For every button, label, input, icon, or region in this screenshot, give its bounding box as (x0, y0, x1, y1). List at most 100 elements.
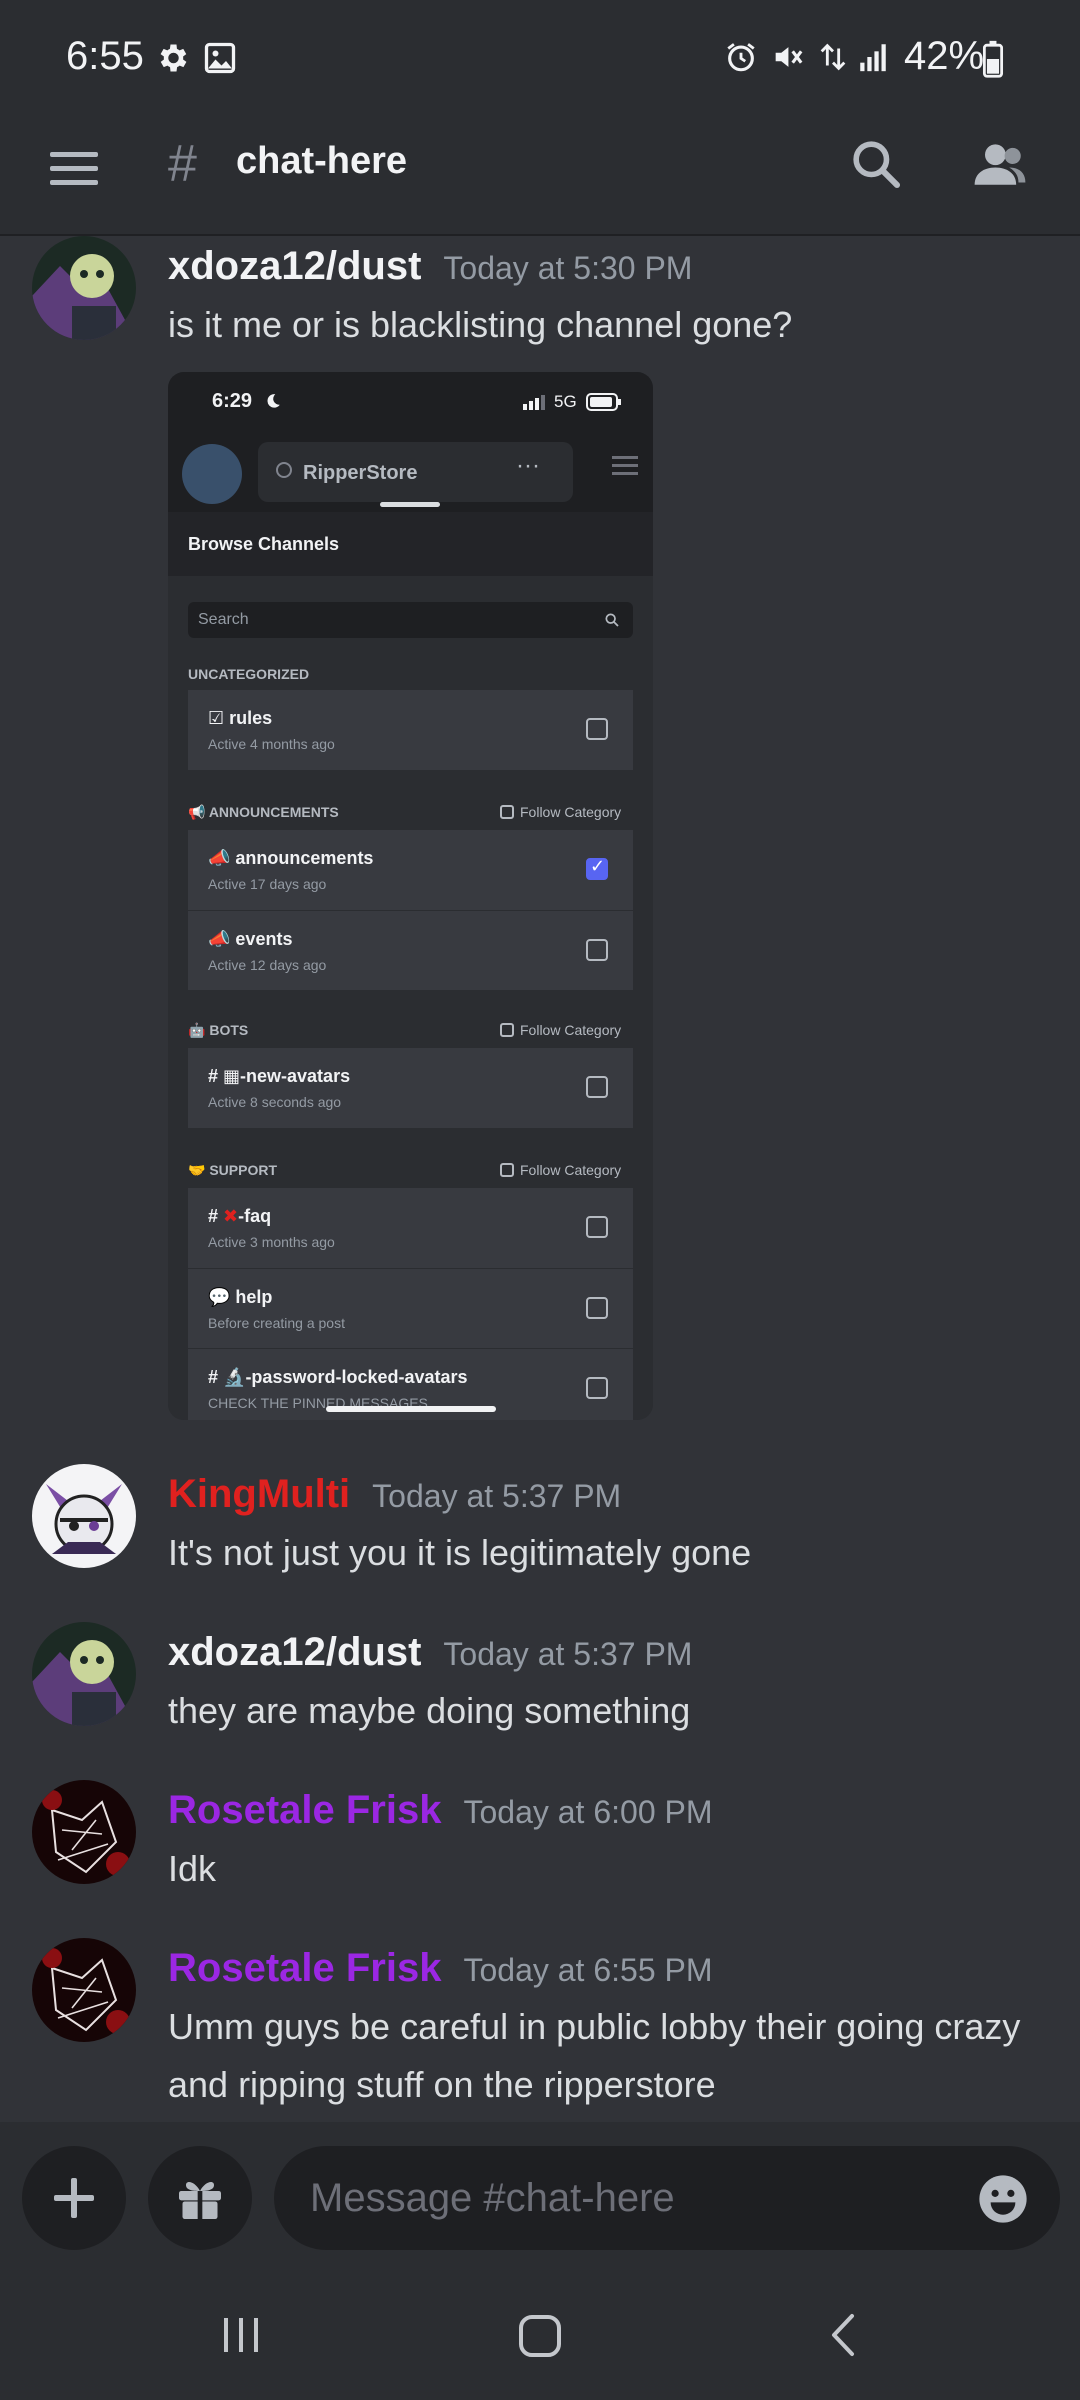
category-card: # ▦-new-avatars Active 8 seconds ago (188, 1048, 633, 1128)
recent-apps-icon[interactable] (216, 2310, 266, 2360)
message-text: they are maybe doing something (168, 1690, 691, 1731)
message-author[interactable]: Rosetale Frisk Today at 6:55 PM (168, 1946, 713, 1991)
back-icon[interactable] (822, 2310, 866, 2360)
message-text: is it me or is blacklisting channel gone… (168, 304, 793, 345)
message-text: Umm guys be careful in public lobby thei… (168, 2006, 1021, 2105)
embed-search-field: Search (188, 602, 633, 638)
avatar[interactable] (32, 1622, 136, 1726)
channel-name: 📣 announcements (208, 848, 374, 868)
message-author[interactable]: xdoza12/dust Today at 5:37 PM (168, 1630, 692, 1675)
channel-checkbox (586, 1377, 608, 1399)
channel-activity: Active 3 months ago (208, 1234, 335, 1250)
channel-checkbox (586, 1216, 608, 1238)
embed-server-bar: RipperStore ··· (168, 434, 653, 522)
image-icon (204, 42, 236, 74)
alarm-icon (727, 43, 755, 72)
sheet-header: Browse Channels (168, 512, 653, 576)
category-card: 📣 announcements Active 17 days ago 📣 eve… (188, 830, 633, 990)
channel-name: # ✖-faq (208, 1206, 272, 1226)
channel-checkbox (586, 856, 608, 880)
avatar[interactable] (32, 1938, 136, 2042)
embed-signal-icon (523, 395, 545, 410)
battery-icon (982, 40, 1004, 78)
channel-title: chat-here (236, 140, 408, 182)
channel-row: ☑ rules Active 4 months ago (188, 690, 633, 770)
embed-home-indicator (326, 1406, 496, 1412)
embed-network: 5G (554, 392, 577, 411)
home-icon[interactable] (514, 2310, 566, 2362)
hamburger-icon[interactable] (50, 146, 98, 194)
message-timestamp: Today at 5:37 PM (372, 1478, 622, 1514)
signal-icon (860, 44, 886, 72)
follow-category: Follow Category (500, 804, 621, 820)
embed-server-header: RipperStore ··· (258, 442, 573, 502)
embed-time: 6:29 (212, 390, 253, 412)
channel-activity: Active 12 days ago (208, 957, 327, 973)
sheet-title: Browse Channels (188, 534, 340, 554)
channel-checkbox (586, 718, 608, 740)
channel-activity: Active 17 days ago (208, 876, 327, 892)
author-name[interactable]: xdoza12/dust (168, 244, 421, 288)
avatar[interactable] (32, 1464, 136, 1568)
embed-search-icon (605, 613, 619, 627)
gift-icon (179, 2181, 221, 2219)
sheet-handle (380, 502, 440, 507)
author-name[interactable]: KingMulti (168, 1472, 350, 1516)
image-attachment[interactable]: 6:29 5G RipperStore ··· Browse Channels … (168, 372, 653, 1420)
message-input[interactable]: Message #chat-here (274, 2146, 1060, 2250)
channel-row: # ✖-faq Active 3 months ago (188, 1188, 633, 1268)
channel-name: # ▦-new-avatars (208, 1066, 351, 1086)
message-author[interactable]: xdoza12/dust Today at 5:30 PM (168, 244, 692, 289)
channel-checkbox (586, 939, 608, 961)
channel-hash-icon: # (168, 135, 197, 193)
channel-activity: Before creating a post (208, 1315, 345, 1331)
gear-icon (160, 44, 187, 72)
more-icon: ··· (516, 452, 540, 479)
system-nav-bar (0, 2280, 1080, 2400)
category-card: # ✖-faq Active 3 months ago 💬 help Befor… (188, 1188, 633, 1420)
avatar[interactable] (32, 236, 136, 340)
channel-row: # ▦-new-avatars Active 8 seconds ago (188, 1048, 633, 1128)
message-input-placeholder: Message #chat-here (310, 2176, 675, 2220)
emoji-icon[interactable] (976, 2172, 1030, 2226)
author-name[interactable]: Rosetale Frisk (168, 1946, 441, 1990)
channel-name: # 🔬-password-locked-avatars (208, 1367, 468, 1387)
message-author[interactable]: KingMulti Today at 5:37 PM (168, 1472, 621, 1517)
message-author[interactable]: Rosetale Frisk Today at 6:00 PM (168, 1788, 713, 1833)
channel-checkbox (586, 1076, 608, 1098)
author-name[interactable]: Rosetale Frisk (168, 1788, 441, 1832)
category-label: 🤝 SUPPORT (188, 1162, 278, 1178)
embed-battery-icon (586, 393, 621, 411)
message-list: xdoza12/dust Today at 5:30 PM is it me or… (0, 236, 1080, 2122)
channel-row: 📣 announcements Active 17 days ago (188, 830, 633, 910)
category-card: ☑ rules Active 4 months ago (188, 690, 633, 770)
message-text: Idk (168, 1848, 217, 1889)
channel-row: 💬 help Before creating a post (188, 1268, 633, 1348)
avatar[interactable] (32, 1780, 136, 1884)
composer-bar: Message #chat-here (0, 2122, 1080, 2280)
search-icon[interactable] (848, 136, 904, 192)
follow-category: Follow Category (500, 1162, 621, 1178)
channel-checkbox (586, 1297, 608, 1319)
embed-server-name: RipperStore (303, 462, 418, 484)
channel-name: 💬 help (208, 1287, 273, 1307)
author-name[interactable]: xdoza12/dust (168, 1630, 421, 1674)
embed-menu-icon (612, 456, 638, 475)
message-timestamp: Today at 6:00 PM (463, 1794, 713, 1830)
data-icon (820, 43, 846, 71)
message-timestamp: Today at 5:37 PM (443, 1636, 693, 1672)
browse-channels-sheet: Browse Channels Search UNCATEGORIZED ☑ r… (168, 512, 653, 1420)
message-timestamp: Today at 6:55 PM (463, 1952, 713, 1988)
message-text: It's not just you it is legitimately gon… (168, 1532, 752, 1573)
embed-status-bar: 6:29 5G (168, 372, 653, 434)
channel-activity: Active 8 seconds ago (208, 1094, 342, 1110)
server-badge-icon (276, 462, 292, 478)
embed-search-placeholder: Search (198, 611, 249, 628)
add-attachment-button[interactable] (22, 2146, 126, 2250)
gift-button[interactable] (148, 2146, 252, 2250)
category-label: UNCATEGORIZED (188, 666, 310, 682)
mute-icon (775, 47, 803, 67)
server-icon (182, 444, 242, 504)
category-label: 📢 ANNOUNCEMENTS (188, 804, 339, 820)
members-icon[interactable] (970, 136, 1030, 192)
